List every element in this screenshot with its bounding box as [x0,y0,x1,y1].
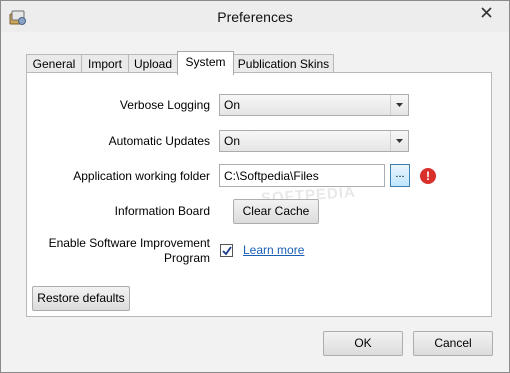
verbose-logging-dropdown[interactable]: On [219,94,409,116]
tab-import[interactable]: Import [81,54,129,74]
tab-upload[interactable]: Upload [128,54,178,74]
chevron-down-icon [396,139,403,143]
improvement-program-label-line1: Enable Software Improvement [48,236,210,250]
verbose-logging-label: Verbose Logging [119,98,210,112]
improvement-program-checkbox[interactable] [220,244,233,257]
ok-button[interactable]: OK [323,331,403,356]
preferences-window: Preferences General Import Upload System… [0,0,510,373]
clear-cache-button[interactable]: Clear Cache [233,199,319,224]
checkmark-icon [222,246,232,256]
automatic-updates-label: Automatic Updates [108,134,210,148]
working-folder-field[interactable] [220,165,384,186]
restore-defaults-button[interactable]: Restore defaults [32,286,130,311]
tab-system[interactable]: System [177,51,234,75]
error-icon: ! [420,168,436,184]
information-board-label: Information Board [114,204,210,218]
working-folder-input[interactable] [219,164,385,187]
chevron-down-icon [396,103,403,107]
working-folder-label: Application working folder [73,169,210,183]
window-title: Preferences [217,9,293,25]
tab-general[interactable]: General [26,54,82,74]
automatic-updates-dropdown[interactable]: On [219,130,409,152]
title-bar[interactable]: Preferences [1,1,509,32]
improvement-program-label-line2: Program [163,251,210,265]
learn-more-link[interactable]: Learn more [243,243,304,257]
cancel-button[interactable]: Cancel [413,331,493,356]
browse-button[interactable]: ... [390,164,410,187]
close-icon [481,7,492,18]
tab-publication-skins[interactable]: Publication Skins [233,54,334,74]
automatic-updates-value: On [224,134,241,148]
close-button[interactable] [464,2,509,22]
verbose-logging-value: On [224,98,241,112]
